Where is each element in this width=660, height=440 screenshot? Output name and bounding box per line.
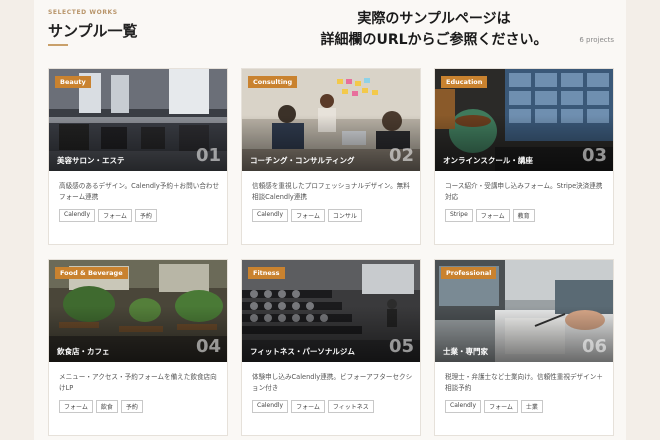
works-page: SELECTED WORKS サンプル一覧 実際のサンプルページは 詳細欄のUR… <box>34 0 626 440</box>
tag[interactable]: 予約 <box>134 209 157 222</box>
consulting-thumbnail: Consulting コーチング・コンサルティング 02 <box>242 69 420 171</box>
card-number: 04 <box>195 336 221 357</box>
category-label: コーチング・コンサルティング <box>250 156 355 165</box>
tag[interactable]: コンサル <box>327 209 362 222</box>
card-number: 02 <box>388 145 414 166</box>
tag-list: Calendly フォーム 士業 <box>445 400 543 413</box>
tag[interactable]: フィットネス <box>327 400 374 413</box>
card-description: メニュー・アクセス・予約フォームを備えた飲食店向けLP <box>59 373 217 392</box>
category-badge: Education <box>441 76 488 88</box>
tag[interactable]: 予約 <box>120 400 143 413</box>
card-description: 体験申し込みCalendly連携。ビフォーアフターセクション付き <box>252 373 413 392</box>
gym-thumbnail: Fitness フィットネス・パーソナルジム 05 <box>242 260 420 362</box>
work-card-education[interactable]: Education オンラインスクール・講座 03 コース紹介・受講申し込みフォ… <box>434 68 614 245</box>
category-label: オンラインスクール・講座 <box>443 156 533 165</box>
card-description: 信頼感を重視したプロフェッショナルデザイン。無料相談Calendly連携 <box>252 182 410 201</box>
tag[interactable]: フォーム <box>291 209 325 222</box>
tag-list: Calendly フォーム コンサル <box>252 209 362 222</box>
tag[interactable]: Calendly <box>59 209 96 222</box>
tag[interactable]: フォーム <box>98 209 132 222</box>
card-description: 高級感のあるデザイン。Calendly予約＋お問い合わせフォーム連携 <box>59 182 220 201</box>
tag[interactable]: Stripe <box>445 209 473 222</box>
work-card-beauty[interactable]: Beauty 美容サロン・エステ 01 高級感のあるデザイン。Calendly予… <box>48 68 228 245</box>
project-count: 6 projects <box>579 36 614 44</box>
tag[interactable]: フォーム <box>484 400 518 413</box>
page-title: サンプル一覧 <box>48 22 138 40</box>
tag[interactable]: Calendly <box>445 400 482 413</box>
card-description: 税理士・弁護士など士業向け。信頼性重視デザイン＋相談予約 <box>445 373 603 392</box>
category-badge: Professional <box>441 267 497 279</box>
tag-list: Calendly フォーム フィットネス <box>252 400 374 413</box>
card-number: 01 <box>195 145 221 166</box>
tag[interactable]: フォーム <box>291 400 325 413</box>
card-number: 05 <box>388 336 414 357</box>
tag-list: Calendly フォーム 予約 <box>59 209 157 222</box>
work-card-consulting[interactable]: Consulting コーチング・コンサルティング 02 信頼感を重視したプロフ… <box>241 68 421 245</box>
tag[interactable]: 士業 <box>520 400 543 413</box>
tag[interactable]: 飲食 <box>95 400 118 413</box>
overlay-notice-line2: 詳細欄のURLからご参照ください。 <box>320 32 548 48</box>
cafe-thumbnail: Food & Beverage 飲食店・カフェ 04 <box>49 260 227 362</box>
tag[interactable]: Calendly <box>252 400 289 413</box>
tag-list: フォーム 飲食 予約 <box>59 400 143 413</box>
tag-list: Stripe フォーム 教育 <box>445 209 535 222</box>
overlay-notice: 実際のサンプルページは 詳細欄のURLからご参照ください。 <box>304 9 564 51</box>
category-badge: Food & Beverage <box>55 267 128 279</box>
salon-thumbnail: Beauty 美容サロン・エステ 01 <box>49 69 227 171</box>
category-badge: Consulting <box>248 76 298 88</box>
tag[interactable]: フォーム <box>475 209 510 222</box>
category-label: 美容サロン・エステ <box>57 156 125 165</box>
category-badge: Fitness <box>248 267 285 279</box>
category-badge: Beauty <box>55 76 91 88</box>
category-label: 飲食店・カフェ <box>57 347 110 356</box>
work-card-fitness[interactable]: Fitness フィットネス・パーソナルジム 05 体験申し込みCalendly… <box>241 259 421 436</box>
category-label: フィットネス・パーソナルジム <box>250 347 355 356</box>
tag[interactable]: フォーム <box>59 400 93 413</box>
tag[interactable]: 教育 <box>512 209 535 222</box>
education-thumbnail: Education オンラインスクール・講座 03 <box>435 69 613 171</box>
work-card-professional[interactable]: Professional 士業・専門家 06 税理士・弁護士など士業向け。信頼性… <box>434 259 614 436</box>
work-card-food[interactable]: Food & Beverage 飲食店・カフェ 04 メニュー・アクセス・予約フ… <box>48 259 228 436</box>
overlay-notice-line1: 実際のサンプルページは <box>357 11 511 27</box>
title-underline <box>48 44 68 46</box>
card-description: コース紹介・受講申し込みフォーム。Stripe決済連携対応 <box>445 182 603 201</box>
card-number: 03 <box>581 145 607 166</box>
category-label: 士業・専門家 <box>443 347 488 356</box>
office-thumbnail: Professional 士業・専門家 06 <box>435 260 613 362</box>
section-eyebrow: SELECTED WORKS <box>48 9 118 16</box>
tag[interactable]: Calendly <box>252 209 289 222</box>
card-number: 06 <box>581 336 607 357</box>
